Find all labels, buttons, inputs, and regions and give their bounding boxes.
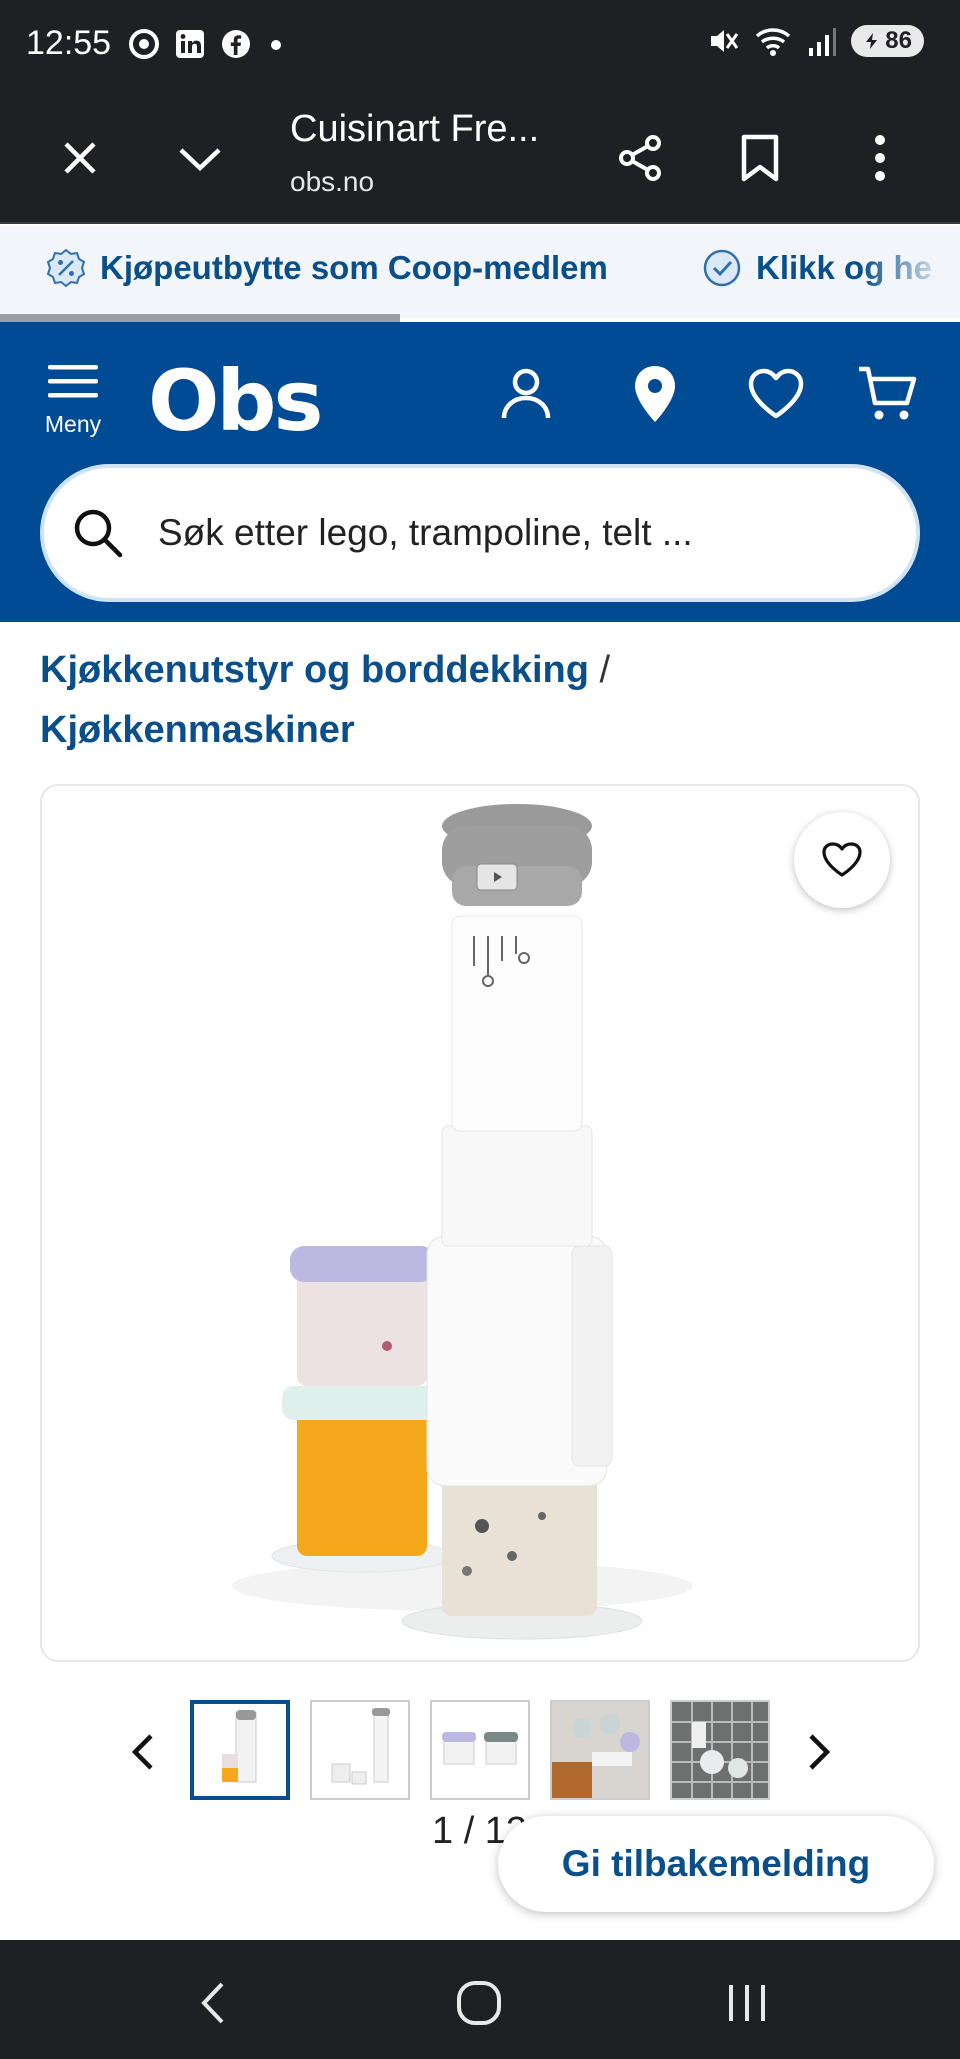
thumbnail-image (222, 1710, 257, 1783)
thumbnail-4[interactable] (550, 1700, 650, 1800)
share-button[interactable] (604, 122, 676, 194)
back-icon (201, 1982, 224, 2024)
system-navigation-bar (0, 1940, 960, 2059)
thumbnail-2[interactable] (310, 1700, 410, 1800)
location-icon (635, 366, 675, 422)
heart-icon (748, 368, 804, 419)
menu-button[interactable]: Meny (34, 362, 112, 438)
cart-icon (859, 366, 917, 420)
nav-recents-button[interactable] (712, 1968, 782, 2038)
search-icon (74, 509, 123, 558)
thumbnail-image (552, 1702, 648, 1798)
home-icon (457, 1981, 501, 2025)
battery-level: 86 (885, 27, 912, 54)
signal-icon (809, 28, 837, 56)
chrome-icon (129, 29, 159, 59)
add-to-favorites-button[interactable] (794, 812, 890, 908)
page-load-progress (0, 314, 400, 322)
nav-back-button[interactable] (178, 1968, 248, 2038)
page-url[interactable]: obs.no (290, 166, 374, 198)
dot-icon (271, 40, 281, 50)
thumbnail-carousel (0, 1700, 960, 1804)
menu-label: Meny (44, 411, 102, 437)
breadcrumb: Kjøkkenutstyr og borddekking / Kjøkkenma… (40, 640, 920, 760)
thumbnail-image (672, 1702, 768, 1798)
share-icon (619, 135, 661, 181)
close-tab-button[interactable] (44, 122, 116, 194)
search-placeholder[interactable]: Søk etter lego, trampoline, telt ... (158, 512, 693, 554)
bookmark-button[interactable] (724, 122, 796, 194)
chevron-down-icon (179, 148, 221, 172)
site-header: Meny Obs Søk etter lego, trampoline, tel… (0, 322, 960, 622)
battery-icon: 86 (851, 25, 924, 57)
thumbnail-5[interactable] (670, 1700, 770, 1800)
more-icon (875, 135, 885, 181)
breadcrumb-link-category[interactable]: Kjøkkenutstyr og borddekking (40, 649, 589, 691)
chevron-left-icon (131, 1734, 153, 1770)
status-time: 12:55 (26, 24, 112, 62)
status-bar: 12:55 86 (0, 0, 960, 92)
product-image (232, 804, 692, 1640)
chevron-right-icon (809, 1734, 831, 1770)
percent-badge-icon (46, 248, 86, 288)
search-field[interactable]: Søk etter lego, trampoline, telt ... (40, 464, 920, 602)
nav-home-button[interactable] (444, 1968, 514, 2038)
recents-icon (729, 1985, 765, 2021)
browser-toolbar: Cuisinart Fre... obs.no (0, 92, 960, 224)
bookmark-icon (741, 134, 779, 182)
check-circle-icon (703, 249, 741, 287)
obs-logo[interactable]: Obs (148, 352, 324, 450)
more-options-button[interactable] (844, 122, 916, 194)
thumbnail-image (331, 1708, 390, 1785)
hamburger-icon (48, 365, 98, 398)
minimize-tab-button[interactable] (164, 122, 236, 194)
thumbnail-1[interactable] (190, 1700, 290, 1800)
cart-button[interactable] (848, 354, 928, 434)
mute-icon (711, 30, 739, 52)
banner-item-member[interactable]: Kjøpeutbytte som Coop-medlem (46, 248, 608, 288)
breadcrumb-link-subcategory[interactable]: Kjøkkenmaskiner (40, 709, 355, 751)
linkedin-icon (176, 30, 204, 58)
account-button[interactable] (486, 354, 566, 434)
page-title[interactable]: Cuisinart Fre... (290, 108, 539, 151)
thumbnail-prev-button[interactable] (118, 1722, 168, 1782)
feedback-button[interactable]: Gi tilbakemelding (498, 1816, 934, 1912)
heart-icon (822, 842, 862, 877)
facebook-icon (222, 30, 250, 58)
product-image-card[interactable] (40, 784, 920, 1662)
store-locator-button[interactable] (615, 354, 695, 434)
banner-item-label: Kjøpeutbytte som Coop-medlem (100, 249, 608, 286)
thumbnail-image (442, 1732, 518, 1765)
coop-banner[interactable]: Kjøpeutbytte som Coop-medlem Klikk og he (0, 226, 960, 318)
status-app-icons (128, 28, 286, 60)
banner-item-label: Klikk og he (756, 249, 933, 286)
favorites-button[interactable] (736, 354, 816, 434)
banner-item-click-collect[interactable]: Klikk og he (702, 248, 932, 288)
close-icon (64, 142, 96, 174)
thumbnail-next-button[interactable] (794, 1722, 844, 1782)
account-icon (501, 368, 551, 419)
breadcrumb-separator: / (599, 649, 611, 691)
thumbnail-3[interactable] (430, 1700, 530, 1800)
status-system-icons: 86 (705, 24, 924, 58)
wifi-icon (756, 28, 791, 56)
